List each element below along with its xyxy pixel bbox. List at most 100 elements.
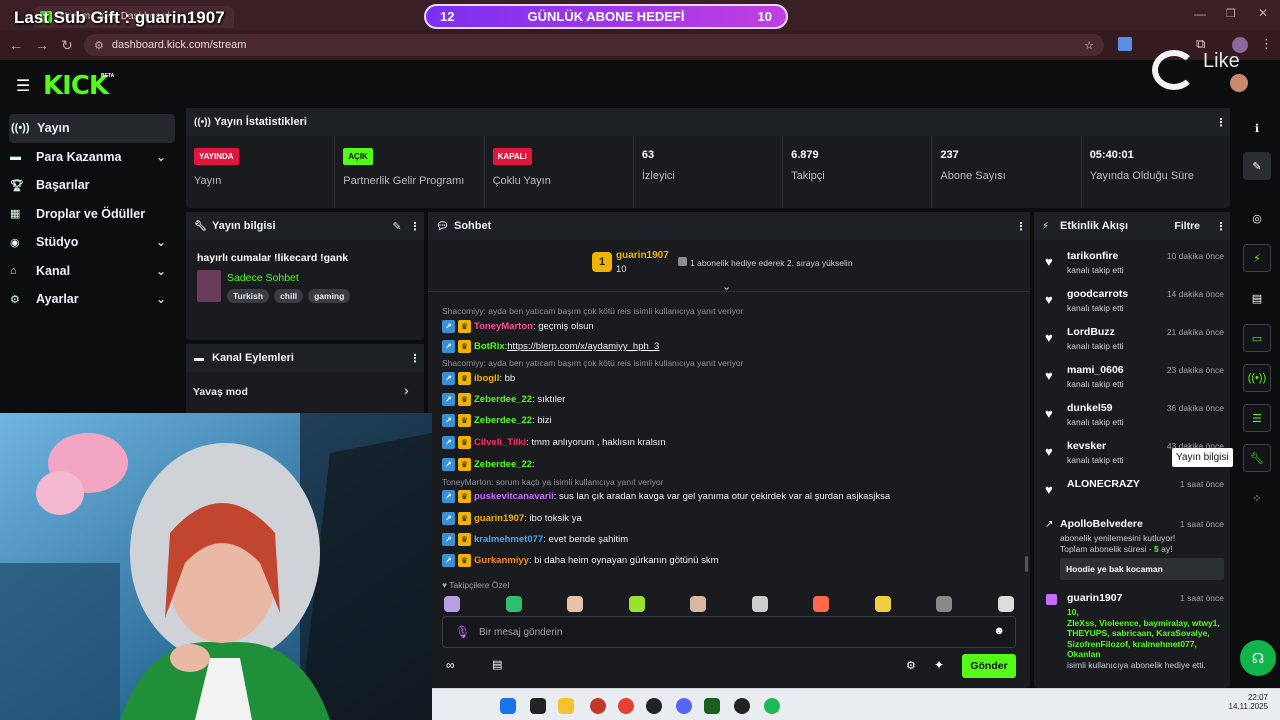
chat-message: ↗ ♛ BotRix: https://blerp.com/x/aydamiyy_h… [442, 340, 659, 353]
chat-username[interactable]: Gurkanmiyy [474, 555, 529, 566]
layout-icon[interactable]: ☰ [1243, 404, 1271, 432]
hamburger-menu-icon[interactable]: ☰ [16, 76, 30, 96]
chat-scrollbar[interactable] [1025, 556, 1028, 572]
chat-username[interactable]: BotRix [474, 341, 505, 352]
info-icon[interactable]: ℹ [1243, 114, 1271, 142]
event-username[interactable]: tarikonfire [1067, 250, 1118, 262]
chat-username[interactable]: ibogll [474, 373, 499, 384]
site-info-icon[interactable]: ⚙ [94, 39, 104, 52]
emote-icon[interactable] [690, 596, 707, 612]
windows-start-icon[interactable] [500, 698, 516, 714]
app-icon[interactable] [734, 698, 750, 714]
category-name[interactable]: Sadece Sohbet [227, 272, 299, 284]
more-options-icon[interactable]: ⋮ [406, 352, 424, 365]
broadcast-icon[interactable]: ((•)) [1243, 364, 1271, 392]
infinity-points-icon[interactable]: ∞ [446, 658, 455, 672]
emote-icon[interactable] [567, 596, 584, 612]
forward-icon[interactable]: → [30, 33, 54, 57]
sidebar-item-droplar[interactable]: ▦ Droplar ve Ödüller [0, 200, 184, 229]
emote-icon[interactable] [505, 596, 522, 612]
emote-icon[interactable] [874, 596, 891, 612]
chat-link[interactable]: https://blerp.com/x/aydamiyy_hph_3 [507, 341, 659, 352]
wrench-icon[interactable]: 🔧︎ [1243, 444, 1271, 472]
emote-icon[interactable] [444, 596, 460, 612]
lightning-icon[interactable]: ⚡︎ [1243, 244, 1271, 272]
reload-icon[interactable]: ↻ [55, 33, 79, 57]
emote-icon[interactable] [936, 596, 953, 612]
user-avatar[interactable] [1230, 74, 1248, 92]
sidebar-item-kanal[interactable]: ⌂ Kanal ⌄ [0, 257, 184, 286]
chrome-icon[interactable] [618, 698, 634, 714]
chat-username[interactable]: Zeberdee_22 [474, 415, 532, 426]
discord-icon[interactable] [676, 698, 692, 714]
emote-picker-icon[interactable]: ✦ [934, 658, 944, 672]
emoji-icon[interactable]: ☻ [993, 625, 1005, 637]
tag-chip[interactable]: chill [274, 289, 304, 303]
filter-button[interactable]: Filtre [1174, 220, 1200, 232]
microphone-icon[interactable]: 🎙︎ [455, 625, 470, 639]
close-window-icon[interactable]: ✕ [1258, 6, 1268, 20]
sidebar-item-basarilar[interactable]: 🏆︎ Başarılar [0, 171, 184, 200]
chat-input[interactable]: 🎙︎ Bir mesaj gönderin ☻ [442, 616, 1016, 648]
gift-username[interactable]: guarin1907 [1067, 592, 1122, 604]
expand-icon[interactable]: ⌄ [722, 280, 731, 293]
app-icon[interactable] [646, 698, 662, 714]
emote-icon[interactable] [997, 596, 1014, 612]
back-icon[interactable]: ← [4, 33, 28, 57]
tag-chip[interactable]: gaming [308, 289, 351, 303]
app-icon[interactable] [704, 698, 720, 714]
emote-icon[interactable] [751, 596, 768, 612]
sidebar-item-yayin[interactable]: ((•)) Yayın [9, 114, 175, 143]
more-options-icon[interactable]: ⋮ [406, 220, 424, 233]
community-icon[interactable]: ⁘ [1243, 484, 1271, 512]
sidebar-item-studyo[interactable]: ◉ Stüdyo ⌄ [0, 228, 184, 257]
address-bar[interactable]: ⚙ dashboard.kick.com/stream ☆ [84, 34, 1104, 56]
chat-bubble-icon[interactable]: ▭ [1243, 324, 1271, 352]
chat-username[interactable]: puskevitcanavarii [474, 491, 554, 502]
bookmark-star-icon[interactable]: ☆ [1084, 39, 1094, 52]
emote-icon[interactable] [628, 596, 645, 612]
notes-icon[interactable]: ▤ [1243, 284, 1271, 312]
event-username[interactable]: ALONECRAZY [1067, 478, 1140, 490]
store-icon[interactable]: ▤ [492, 658, 502, 671]
restore-icon[interactable]: ❐ [1226, 7, 1236, 20]
leader-username[interactable]: guarin1907 [616, 250, 669, 261]
sidebar-item-para-kazanma[interactable]: ▬ Para Kazanma ⌄ [0, 143, 184, 172]
edit-pencil-icon[interactable]: ✎ [388, 220, 406, 233]
translate-extension-icon[interactable] [1118, 37, 1132, 51]
spotify-icon[interactable] [764, 698, 780, 714]
edit-pencil-icon[interactable]: ✎ [1243, 152, 1271, 180]
file-explorer-icon[interactable] [558, 698, 574, 714]
chat-username[interactable]: ToneyMarton [474, 321, 533, 332]
browser-menu-icon[interactable]: ⋮ [1260, 36, 1273, 52]
emote-icon[interactable] [813, 596, 830, 612]
chat-username[interactable]: Zeberdee_22 [474, 459, 532, 470]
support-chat-icon[interactable]: ☊ [1240, 640, 1276, 676]
chevron-right-icon[interactable]: › [404, 382, 409, 398]
event-username[interactable]: mami_0606 [1067, 364, 1124, 376]
event-username[interactable]: dunkel59 [1067, 402, 1113, 414]
more-options-icon[interactable]: ⋮ [1212, 116, 1230, 129]
event-username[interactable]: kevsker [1067, 440, 1106, 452]
camera-icon[interactable]: ◎ [1243, 204, 1271, 232]
event-username[interactable]: LordBuzz [1067, 326, 1115, 338]
chat-username[interactable]: Cilveli_Tilki [474, 437, 526, 448]
kick-logo[interactable]: KICK [43, 71, 109, 101]
app-icon[interactable] [590, 698, 606, 714]
send-button[interactable]: Gönder [962, 654, 1016, 678]
more-options-icon[interactable]: ⋮ [1012, 220, 1030, 233]
category-thumbnail[interactable] [197, 270, 221, 302]
taskbar-clock[interactable]: 22:07 14.11.2025 [1229, 693, 1268, 711]
chat-username[interactable]: kralmehmet077 [474, 534, 543, 545]
slow-mode-label[interactable]: Yavaş mod [193, 386, 248, 398]
chat-username[interactable]: Zeberdee_22 [474, 394, 532, 405]
task-view-icon[interactable] [530, 698, 546, 714]
gear-icon[interactable]: ⚙ [906, 659, 916, 672]
event-username[interactable]: goodcarrots [1067, 288, 1128, 300]
more-options-icon[interactable]: ⋮ [1212, 220, 1230, 233]
tag-chip[interactable]: Turkish [227, 289, 270, 303]
chat-username[interactable]: guarin1907 [474, 513, 524, 524]
sidebar-item-ayarlar[interactable]: ⚙ Ayarlar ⌄ [0, 285, 184, 314]
minimize-icon[interactable]: — [1194, 7, 1206, 21]
resub-username[interactable]: ApolloBelvedere [1060, 518, 1143, 530]
